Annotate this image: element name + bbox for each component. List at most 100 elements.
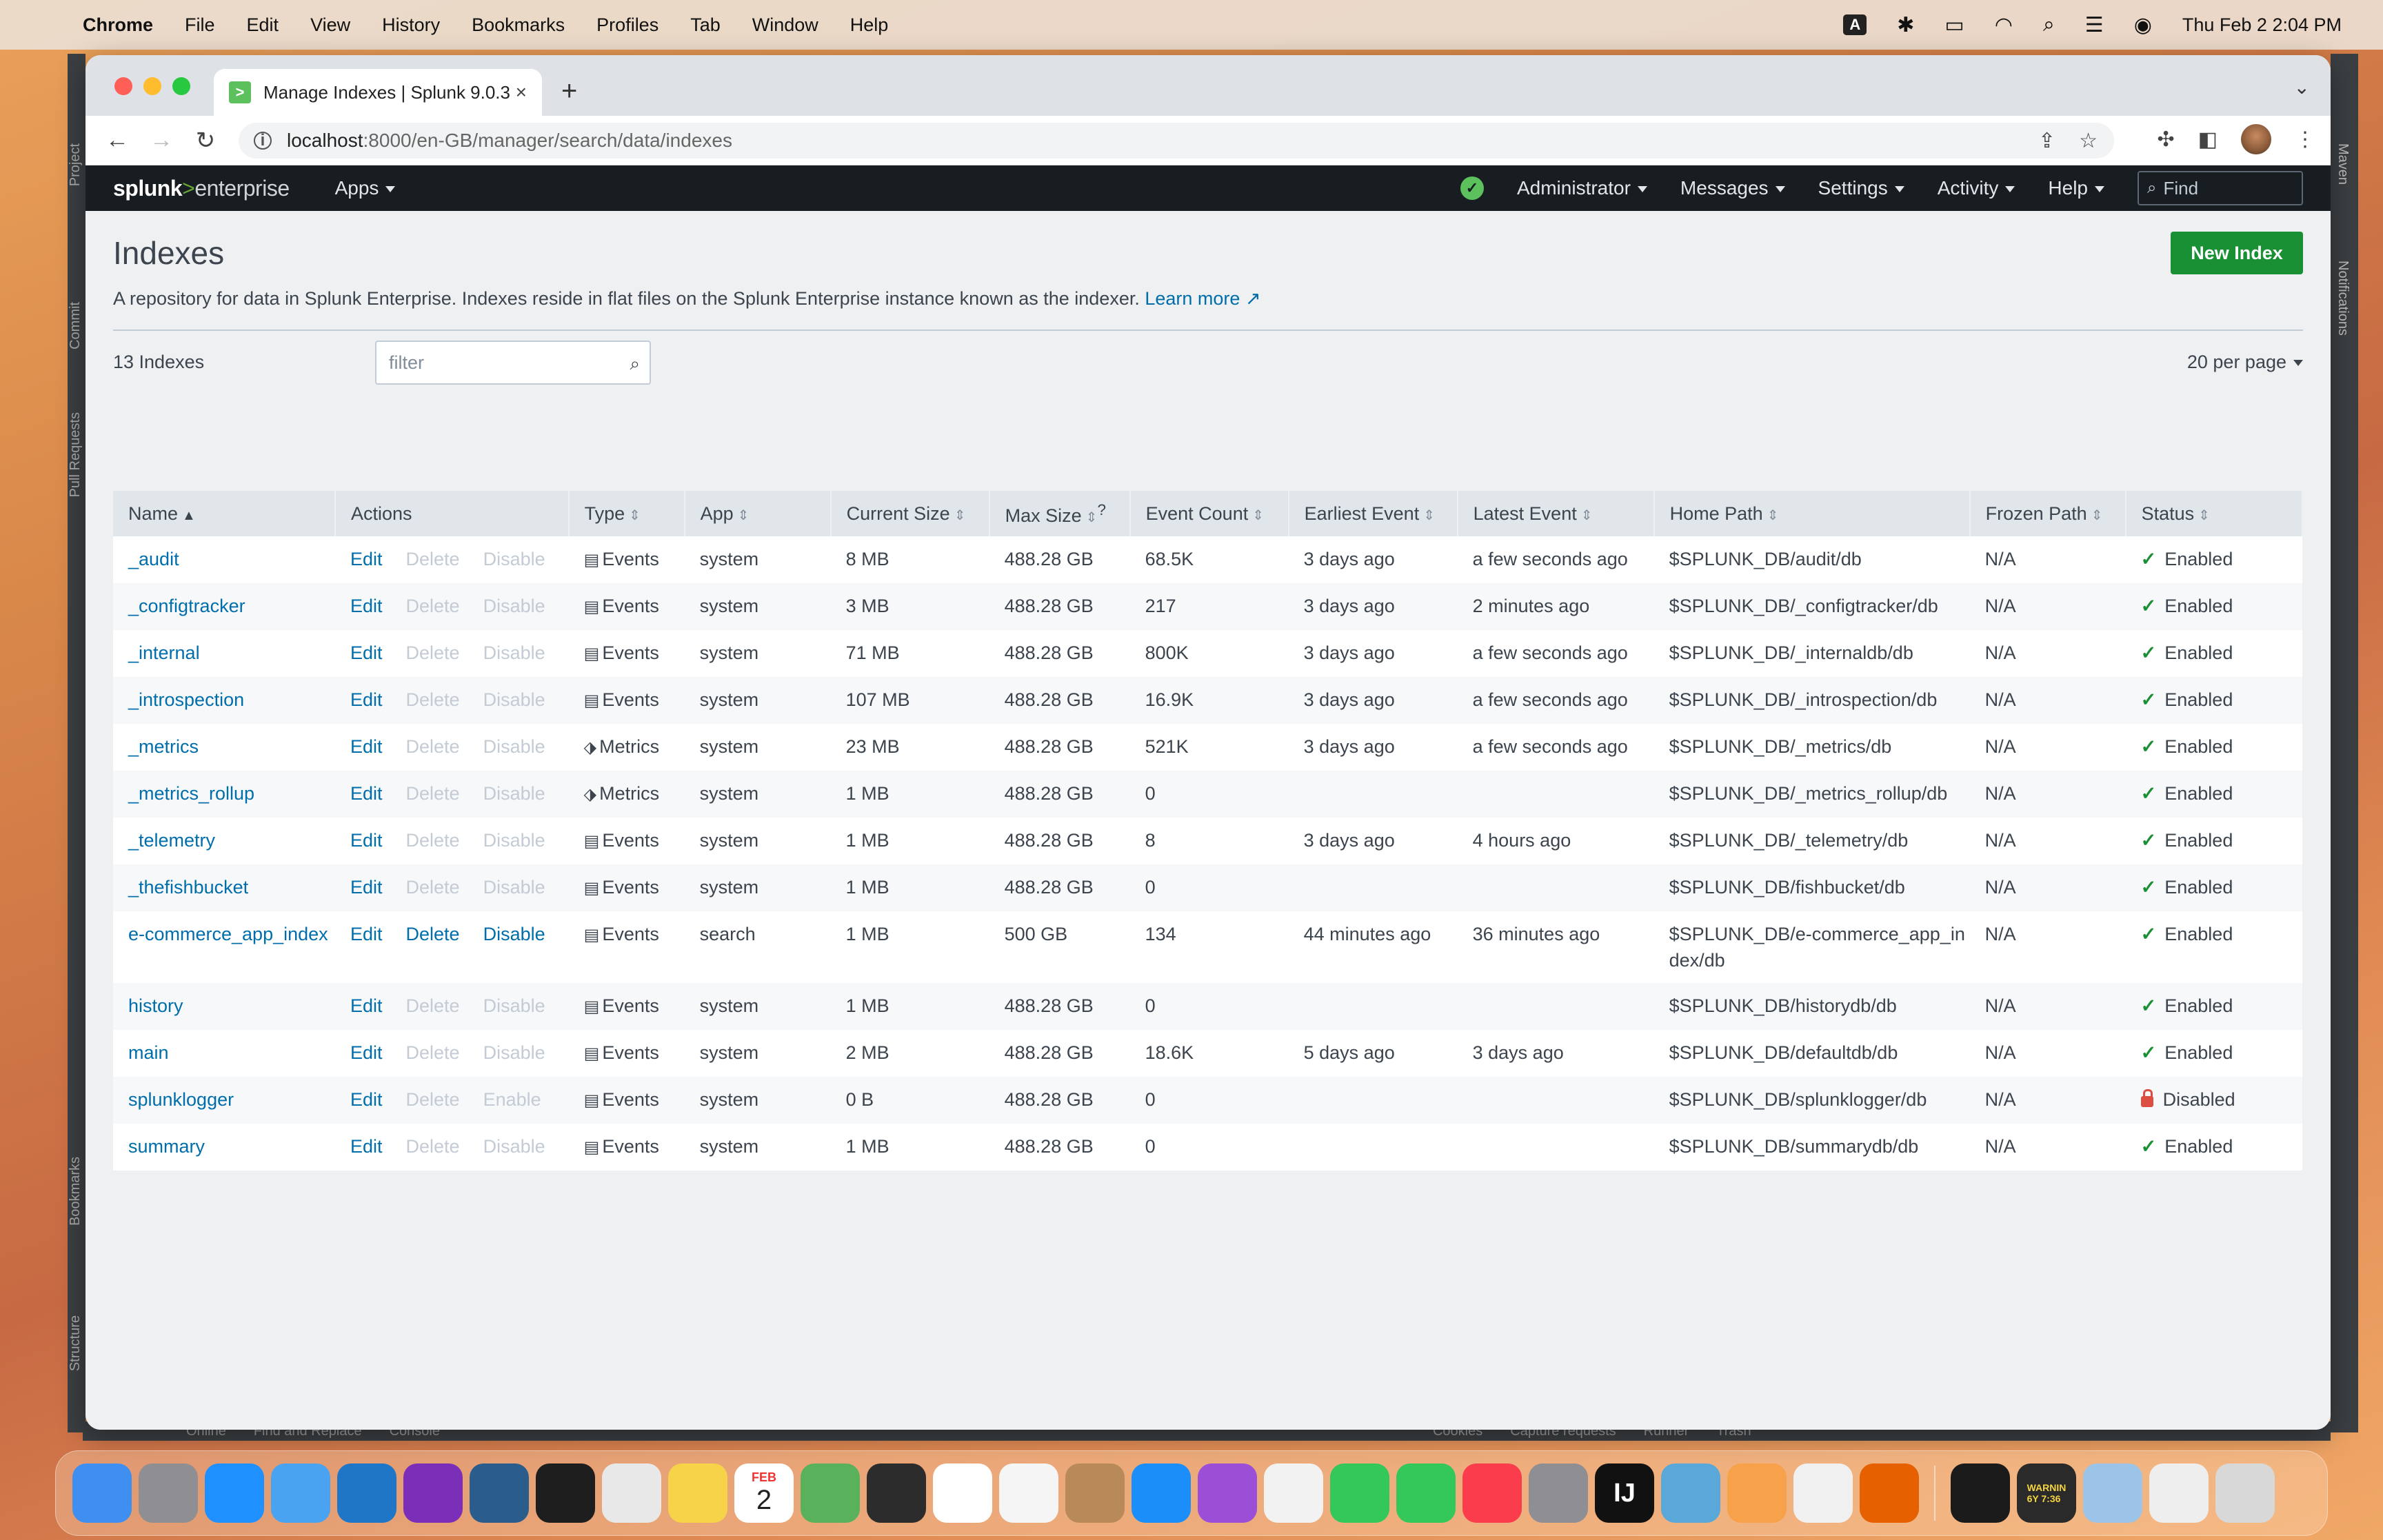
col-event-count[interactable]: Event Count ⇕ bbox=[1129, 491, 1289, 536]
index-name-link[interactable]: main bbox=[128, 1042, 169, 1063]
edit-link[interactable]: Edit bbox=[350, 924, 383, 944]
trash-icon[interactable] bbox=[2215, 1463, 2275, 1523]
index-name-link[interactable]: summary bbox=[128, 1136, 205, 1157]
mail-icon[interactable] bbox=[271, 1463, 330, 1523]
site-info-icon[interactable]: i bbox=[254, 131, 272, 150]
col-type[interactable]: Type ⇕ bbox=[568, 491, 685, 536]
menubar-clock[interactable]: Thu Feb 2 2:04 PM bbox=[2182, 14, 2342, 36]
edit-link[interactable]: Edit bbox=[350, 1042, 383, 1063]
new-tab-icon[interactable]: + bbox=[561, 76, 577, 107]
edit-link[interactable]: Edit bbox=[350, 642, 383, 663]
news-icon[interactable] bbox=[1264, 1463, 1323, 1523]
menu-help[interactable]: Help bbox=[850, 14, 889, 36]
administrator-menu[interactable]: Administrator bbox=[1517, 177, 1647, 199]
notes-icon[interactable] bbox=[668, 1463, 727, 1523]
learn-more-link[interactable]: Learn more ↗ bbox=[1145, 288, 1260, 309]
col-frozen-path[interactable]: Frozen Path ⇕ bbox=[1969, 491, 2126, 536]
menu-edit[interactable]: Edit bbox=[247, 14, 279, 36]
safari-icon[interactable] bbox=[205, 1463, 264, 1523]
control-center-icon[interactable]: ☰ bbox=[2085, 13, 2104, 37]
help-menu[interactable]: Help bbox=[2048, 177, 2104, 199]
spotlight-icon[interactable]: ⌕ bbox=[2043, 13, 2055, 37]
reminders-icon[interactable] bbox=[933, 1463, 992, 1523]
sketch-icon[interactable] bbox=[1727, 1463, 1787, 1523]
numbers-icon[interactable] bbox=[1330, 1463, 1389, 1523]
edit-link[interactable]: Edit bbox=[350, 549, 383, 569]
edit-link[interactable]: Edit bbox=[350, 995, 383, 1016]
mysql-workbench-icon[interactable] bbox=[470, 1463, 529, 1523]
splunk-logo[interactable]: splunk>enterprise bbox=[113, 176, 290, 201]
index-name-link[interactable]: _metrics_rollup bbox=[128, 783, 254, 804]
address-bar[interactable]: i localhost:8000/en-GB/manager/search/da… bbox=[239, 123, 2114, 159]
health-status-icon[interactable]: ✓ bbox=[1460, 176, 1484, 200]
col-latest-event[interactable]: Latest Event ⇕ bbox=[1457, 491, 1655, 536]
onenote-icon[interactable] bbox=[403, 1463, 463, 1523]
new-index-button[interactable]: New Index bbox=[2171, 232, 2303, 274]
col-current-size[interactable]: Current Size ⇕ bbox=[830, 491, 990, 536]
close-tab-icon[interactable]: × bbox=[516, 81, 527, 103]
photos-icon[interactable] bbox=[999, 1463, 1058, 1523]
edit-link[interactable]: Edit bbox=[350, 1136, 383, 1157]
index-name-link[interactable]: _metrics bbox=[128, 736, 199, 757]
edit-link[interactable]: Edit bbox=[350, 1089, 383, 1110]
maps-icon[interactable] bbox=[801, 1463, 860, 1523]
index-name-link[interactable]: splunklogger bbox=[128, 1089, 234, 1110]
index-name-link[interactable]: _telemetry bbox=[128, 830, 215, 851]
index-name-link[interactable]: _configtracker bbox=[128, 596, 245, 616]
share-icon[interactable]: ⇪ bbox=[2038, 129, 2055, 153]
launchpad-icon[interactable] bbox=[139, 1463, 198, 1523]
back-icon[interactable]: ← bbox=[105, 127, 130, 154]
toggle-link[interactable]: Disable bbox=[483, 924, 545, 944]
activity-monitor-icon[interactable] bbox=[1951, 1463, 2010, 1523]
documents-icon[interactable] bbox=[2149, 1463, 2209, 1523]
profile-avatar[interactable] bbox=[2241, 124, 2271, 154]
col-earliest-event[interactable]: Earliest Event ⇕ bbox=[1288, 491, 1458, 536]
textedit-icon[interactable] bbox=[1793, 1463, 1853, 1523]
menu-view[interactable]: View bbox=[310, 14, 350, 36]
zoom-window-button[interactable] bbox=[172, 77, 190, 95]
menu-history[interactable]: History bbox=[382, 14, 440, 36]
edit-link[interactable]: Edit bbox=[350, 689, 383, 710]
terminal-icon[interactable] bbox=[536, 1463, 595, 1523]
extensions-icon[interactable]: ✣ bbox=[2158, 128, 2175, 152]
col-home-path[interactable]: Home Path ⇕ bbox=[1653, 491, 1971, 536]
edit-link[interactable]: Edit bbox=[350, 596, 383, 616]
vscode-icon[interactable] bbox=[337, 1463, 396, 1523]
browser-tab-active[interactable]: > Manage Indexes | Splunk 9.0.3 × bbox=[214, 69, 542, 116]
ide-notifications-tab[interactable]: Notifications bbox=[2335, 261, 2351, 336]
ide-maven-tab[interactable]: Maven bbox=[2335, 143, 2351, 185]
console-icon[interactable]: WARNIN 6Y 7:36 bbox=[2017, 1463, 2076, 1523]
menu-tab[interactable]: Tab bbox=[690, 14, 721, 36]
index-name-link[interactable]: _audit bbox=[128, 549, 179, 569]
messages-menu[interactable]: Messages bbox=[1680, 177, 1785, 199]
bluetooth-icon[interactable]: ✱ bbox=[1897, 13, 1914, 37]
delete-link[interactable]: Delete bbox=[406, 924, 460, 944]
calendar-icon[interactable]: FEB 2 bbox=[734, 1463, 794, 1523]
activity-menu[interactable]: Activity bbox=[1938, 177, 2015, 199]
quicktime-icon[interactable] bbox=[867, 1463, 926, 1523]
music-icon[interactable] bbox=[1462, 1463, 1522, 1523]
intellij-icon[interactable]: IJ bbox=[1595, 1463, 1654, 1523]
reload-icon[interactable]: ↻ bbox=[193, 127, 218, 154]
forward-icon[interactable]: → bbox=[149, 127, 174, 154]
podcasts-icon[interactable] bbox=[1198, 1463, 1257, 1523]
menu-file[interactable]: File bbox=[185, 14, 215, 36]
edit-link[interactable]: Edit bbox=[350, 830, 383, 851]
col-name[interactable]: Name ▲ bbox=[113, 491, 336, 536]
facetime-icon[interactable] bbox=[1396, 1463, 1456, 1523]
browser-menu-icon[interactable]: ⋮ bbox=[2295, 128, 2315, 152]
per-page-dropdown[interactable]: 20 per page bbox=[2187, 352, 2303, 373]
filter-input[interactable]: filter ⌕ bbox=[375, 341, 651, 385]
index-name-link[interactable]: e-commerce_app_index bbox=[128, 924, 328, 944]
edit-link[interactable]: Edit bbox=[350, 736, 383, 757]
battery-icon[interactable]: ▭ bbox=[1944, 13, 1964, 37]
index-name-link[interactable]: history bbox=[128, 995, 183, 1016]
tab-search-chevron-icon[interactable]: ⌄ bbox=[2294, 76, 2310, 99]
index-name-link[interactable]: _internal bbox=[128, 642, 200, 663]
wifi-icon[interactable]: ◠ bbox=[1995, 13, 2013, 37]
bookmark-star-icon[interactable]: ☆ bbox=[2079, 129, 2098, 153]
ide-commit-tab[interactable]: Commit bbox=[68, 302, 83, 349]
system-settings-icon[interactable] bbox=[1529, 1463, 1588, 1523]
side-panel-icon[interactable]: ◧ bbox=[2198, 128, 2218, 152]
help-superscript[interactable]: ? bbox=[1097, 501, 1106, 518]
